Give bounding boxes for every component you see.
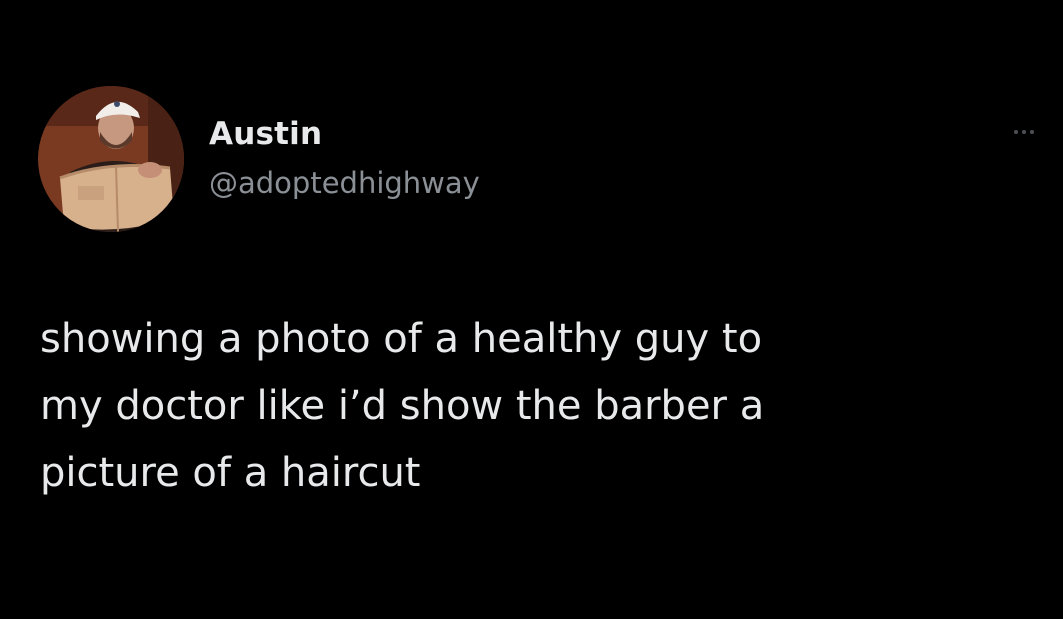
tweet-text-line: my doctor like i’d show the barber a	[40, 383, 765, 429]
tweet-text-line: showing a photo of a healthy guy to	[40, 316, 763, 362]
author-display-name[interactable]: Austin	[209, 116, 322, 152]
tweet-text: showing a photo of a healthy guy to my d…	[40, 306, 1020, 507]
more-dot	[1030, 130, 1034, 134]
profile-photo-avatar-icon	[38, 86, 184, 232]
tweet-card: Austin @adoptedhighway showing a photo o…	[0, 0, 1063, 619]
author-handle[interactable]: @adoptedhighway	[209, 166, 480, 200]
tweet-text-line: picture of a haircut	[40, 450, 421, 496]
avatar[interactable]	[38, 86, 184, 232]
more-options-icon[interactable]	[1004, 120, 1044, 144]
more-dot	[1022, 130, 1026, 134]
more-dot	[1014, 130, 1018, 134]
